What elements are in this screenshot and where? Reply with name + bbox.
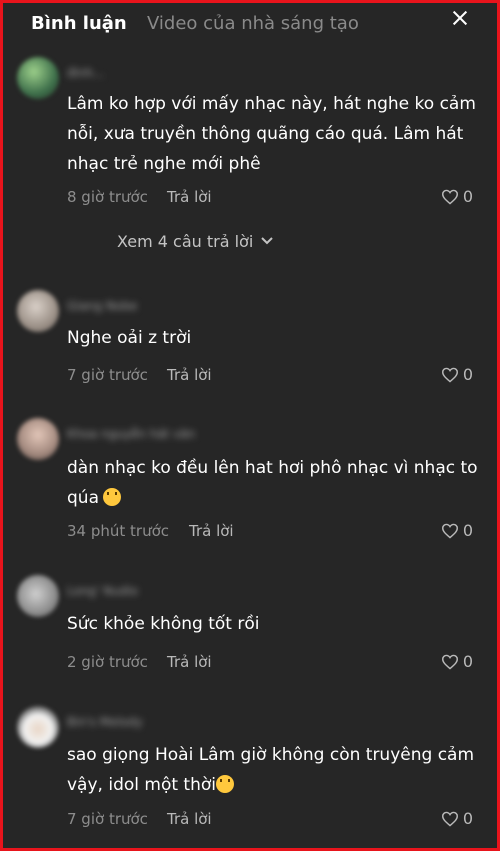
close-icon[interactable] <box>451 9 469 27</box>
comment-text-content: dàn nhạc ko đều lên hat hơi phô nhạc vì … <box>67 458 478 508</box>
comment-text: sao giọng Hoài Lâm giờ không còn truyêng… <box>67 740 482 800</box>
like-button[interactable]: 0 <box>441 521 473 541</box>
like-count: 0 <box>462 187 473 206</box>
tab-bar: Bình luận Video của nhà sáng tạo <box>3 3 497 47</box>
avatar[interactable] <box>17 418 59 460</box>
like-count: 0 <box>462 652 473 671</box>
comment-text: dàn nhạc ko đều lên hat hơi phô nhạc vì … <box>67 453 482 513</box>
comment-text: Lâm ko hợp với mấy nhạc này, hát nghe ko… <box>67 94 476 174</box>
like-button[interactable]: 0 <box>441 365 473 385</box>
heart-icon <box>441 811 458 827</box>
like-button[interactable]: 0 <box>441 187 473 207</box>
comments-panel: Bình luận Video của nhà sáng tạo đinh...… <box>3 3 497 848</box>
like-count: 0 <box>462 521 473 540</box>
like-count: 0 <box>462 809 473 828</box>
comment-text-content: sao giọng Hoài Lâm giờ không còn truyêng… <box>67 745 475 795</box>
comment-time: 7 giờ trước <box>67 810 148 828</box>
smiling-face-with-hearts-icon <box>102 488 121 506</box>
comment-username[interactable]: đinh... <box>67 65 105 81</box>
reply-button[interactable]: Trả lời <box>167 809 212 829</box>
comment-time: 8 giờ trước <box>67 188 148 206</box>
comment-time: 34 phút trước <box>67 522 170 540</box>
comment-time: 7 giờ trước <box>67 366 148 384</box>
comment-username[interactable]: Khoa nguyễn hát văn <box>67 426 195 442</box>
reply-button[interactable]: Trả lời <box>167 187 212 207</box>
chevron-down-icon <box>261 237 273 245</box>
comment-text: Nghe oải z trời <box>67 328 192 348</box>
avatar[interactable] <box>17 290 59 332</box>
comment-username[interactable]: Bin's Melody <box>67 714 143 730</box>
heart-icon <box>441 654 458 670</box>
tab-creator-videos[interactable]: Video của nhà sáng tạo <box>147 13 359 35</box>
tab-comments[interactable]: Bình luận <box>31 13 127 35</box>
comment-time: 2 giờ trước <box>67 653 148 671</box>
like-count: 0 <box>462 365 473 384</box>
comment-text: Sức khỏe không tốt rồi <box>67 614 260 634</box>
reply-button[interactable]: Trả lời <box>189 521 234 541</box>
heart-icon <box>441 367 458 383</box>
heart-icon <box>441 523 458 539</box>
avatar[interactable] <box>17 57 59 99</box>
avatar[interactable] <box>17 575 59 617</box>
view-replies-button[interactable]: Xem 4 câu trả lời <box>117 232 273 252</box>
comment-username[interactable]: Long' Nudio <box>67 583 138 599</box>
reply-button[interactable]: Trả lời <box>167 365 212 385</box>
sad-face-icon <box>215 775 234 793</box>
comment-username[interactable]: Giang Nobe <box>67 298 137 314</box>
avatar[interactable] <box>17 706 59 748</box>
heart-icon <box>441 189 458 205</box>
like-button[interactable]: 0 <box>441 809 473 829</box>
like-button[interactable]: 0 <box>441 652 473 672</box>
view-replies-label: Xem 4 câu trả lời <box>117 232 254 251</box>
reply-button[interactable]: Trả lời <box>167 652 212 672</box>
